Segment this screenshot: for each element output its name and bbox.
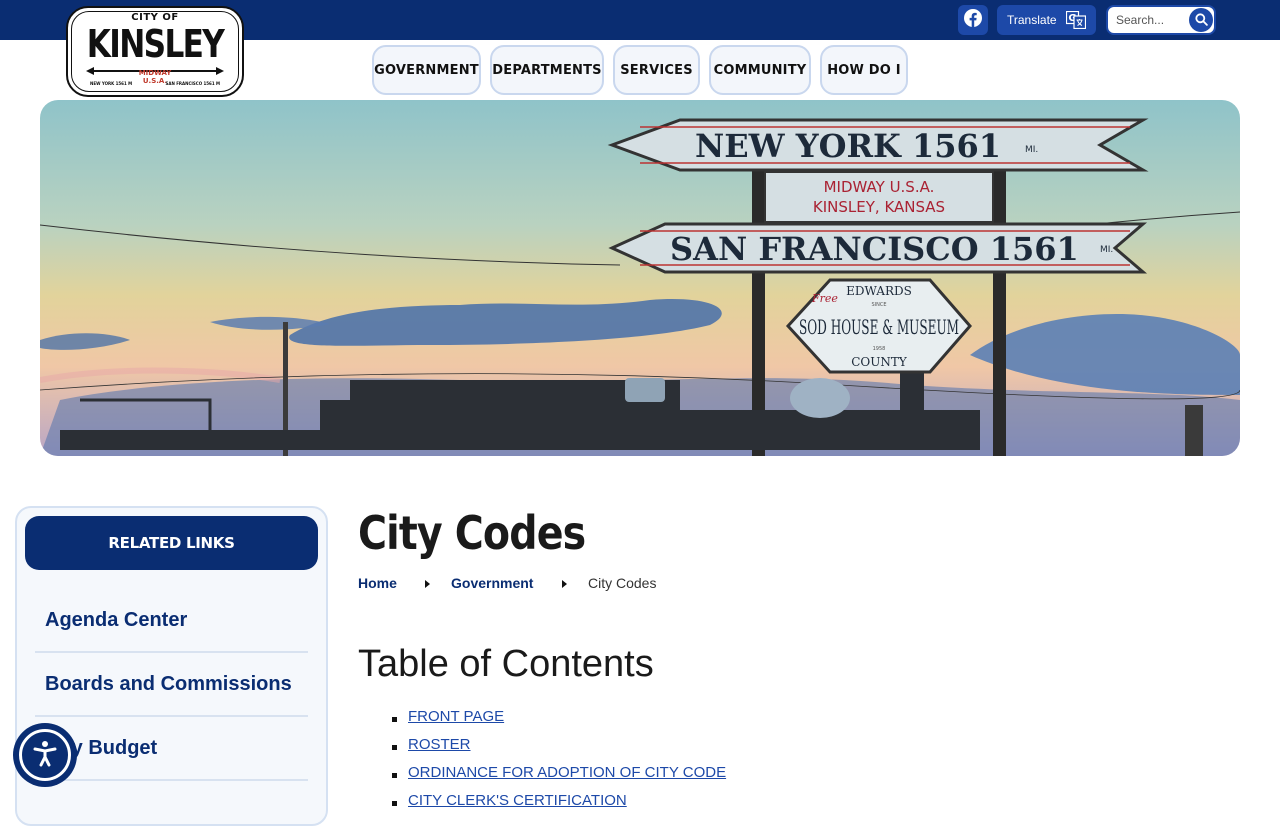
hero-sign-san-francisco: SAN FRANCISCO 1561 [670,230,1079,268]
nav-community[interactable]: COMMUNITY [709,45,811,95]
toc-item: CITY CLERK'S CERTIFICATION [390,792,726,820]
translate-label: Translate [1007,13,1057,27]
hero-sign-midway-1: MIDWAY U.S.A. [824,178,935,196]
breadcrumb-separator-icon [425,580,430,588]
toc-link-clerk-certification[interactable]: CITY CLERK'S CERTIFICATION [408,792,627,809]
translate-button[interactable]: Translate G [997,5,1096,35]
hero-sign-since: SINCE [871,302,886,308]
toc-list: FRONT PAGE ROSTER ORDINANCE FOR ADOPTION… [390,708,726,820]
search-icon [1194,11,1208,30]
hero-sign-sod-house: SOD HOUSE & MUSEUM [799,315,959,339]
hero-sign-midway-2: KINSLEY, KANSAS [813,198,945,216]
facebook-button[interactable] [958,5,988,35]
hero-sign-ny-unit: MI. [1025,145,1038,155]
logo-usa-text: U.S.A. [142,77,168,85]
breadcrumb-government[interactable]: Government [451,575,533,591]
toc-link-front-page[interactable]: FRONT PAGE [408,708,504,725]
page-title: City Codes [358,506,586,560]
facebook-icon [964,9,982,31]
search-input[interactable] [1116,11,1188,29]
toc-item: ROSTER [390,736,726,764]
nav-government[interactable]: GOVERNMENT [372,45,481,95]
city-logo[interactable]: CITY OF KINSLEY MIDWAY U.S.A. NEW YORK 1… [66,6,244,97]
toc-link-roster[interactable]: ROSTER [408,736,471,753]
search-button[interactable] [1189,8,1213,32]
hero-sign-edwards: EDWARDS [846,284,912,298]
breadcrumb-home[interactable]: Home [358,575,397,591]
logo-name: KINSLEY [86,22,225,66]
breadcrumb-separator-icon [562,580,567,588]
toc-item: FRONT PAGE [390,708,726,736]
toc-item: ORDINANCE FOR ADOPTION OF CITY CODE [390,764,726,792]
toc-link-ordinance[interactable]: ORDINANCE FOR ADOPTION OF CITY CODE [408,764,726,781]
logo-new-york: NEW YORK 1561 M [90,81,133,86]
hero-sign-sf-unit: MI. [1100,245,1113,255]
nav-services[interactable]: SERVICES [613,45,700,95]
nav-how-do-i[interactable]: HOW DO I [820,45,908,95]
hero-photo: NEW YORK 1561 MI. MIDWAY U.S.A. KINSLEY,… [40,100,1240,456]
hero-sign-1958: 1958 [873,346,886,352]
search-box [1106,5,1216,35]
accessibility-ring [19,729,71,781]
related-links-heading: RELATED LINKS [25,516,318,570]
google-translate-icon: G [1065,10,1087,30]
breadcrumb-current: City Codes [588,575,657,591]
hero-sign-new-york: NEW YORK 1561 [695,127,1001,165]
accessibility-button[interactable] [13,723,77,787]
sidebar-item-agenda-center[interactable]: Agenda Center [35,590,308,653]
sidebar-item-boards-and-commissions[interactable]: Boards and Commissions [35,654,308,717]
accessibility-icon [30,738,60,772]
nav-departments[interactable]: DEPARTMENTS [490,45,604,95]
hero-sign-free: Free [811,292,838,305]
logo-midway-text: MIDWAY [138,69,172,77]
hero-sign-county: COUNTY [851,355,908,369]
hero-banner: NEW YORK 1561 MI. MIDWAY U.S.A. KINSLEY,… [40,100,1240,456]
logo-san-francisco: SAN FRANCISCO 1561 M [165,81,220,86]
toc-heading: Table of Contents [358,643,654,685]
